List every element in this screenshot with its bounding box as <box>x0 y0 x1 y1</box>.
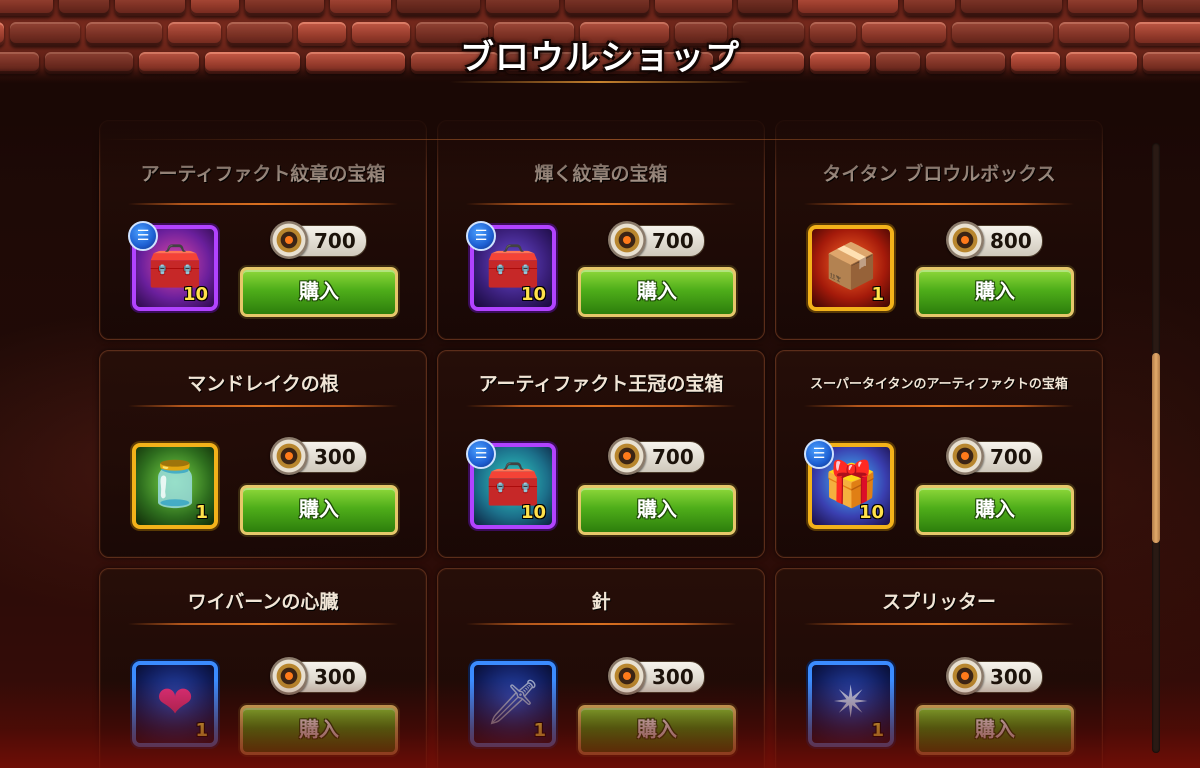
item-name: アーティファクト紋章の宝箱 <box>140 163 386 185</box>
shop-card: アーティファクト紋章の宝箱 🧰 10 ☰ 700 購入 <box>99 120 427 340</box>
item-name: 針 <box>591 591 611 613</box>
brawl-coin-icon <box>270 657 308 695</box>
price-value: 300 <box>990 665 1032 689</box>
shop-card: 輝く紋章の宝箱 🧰 10 ☰ 700 購入 <box>437 120 765 340</box>
card-divider <box>466 623 736 625</box>
splitter-icon[interactable]: ✴ 1 <box>808 661 894 747</box>
buy-button[interactable]: 購入 <box>240 485 398 535</box>
price-value: 300 <box>652 665 694 689</box>
shop-grid: アーティファクト紋章の宝箱 🧰 10 ☰ 700 購入 輝く紋章の宝箱 🧰 10… <box>0 0 1200 768</box>
buy-button[interactable]: 購入 <box>240 705 398 755</box>
price-tag: 300 <box>270 657 367 695</box>
card-divider <box>128 405 398 407</box>
card-divider <box>804 203 1074 205</box>
list-frame-line <box>100 139 1100 140</box>
price-value: 700 <box>652 229 694 253</box>
buy-button[interactable]: 購入 <box>578 267 736 317</box>
card-divider <box>466 405 736 407</box>
item-quantity: 10 <box>520 502 546 523</box>
buy-button[interactable]: 購入 <box>240 267 398 317</box>
brawl-coin-icon <box>270 221 308 259</box>
info-list-icon[interactable]: ☰ <box>804 439 834 469</box>
brawl-coin-icon <box>608 221 646 259</box>
shining-emblem-chest-icon[interactable]: 🧰 10 ☰ <box>466 221 556 311</box>
item-name: マンドレイクの根 <box>187 373 339 395</box>
item-quantity: 10 <box>858 502 884 523</box>
item-name: スプリッター <box>881 591 996 613</box>
brawl-coin-icon <box>946 221 984 259</box>
price-tag: 700 <box>270 221 367 259</box>
price-tag: 800 <box>946 221 1043 259</box>
shop-card: タイタン ブロウルボックス 📦 1 800 購入 <box>775 120 1103 340</box>
card-divider <box>128 623 398 625</box>
artifact-crown-chest-icon[interactable]: 🧰 10 ☰ <box>466 439 556 529</box>
item-name: ワイバーンの心臓 <box>187 591 339 613</box>
price-value: 700 <box>990 445 1032 469</box>
card-divider <box>128 203 398 205</box>
price-value: 300 <box>314 665 356 689</box>
price-tag: 300 <box>946 657 1043 695</box>
card-divider <box>466 203 736 205</box>
card-divider <box>804 623 1074 625</box>
page-title-overlay: ブロウルショップ <box>460 38 740 78</box>
brawl-coin-icon <box>608 437 646 475</box>
shop-card: マンドレイクの根 🫙 1 300 購入 <box>99 350 427 558</box>
buy-button[interactable]: 購入 <box>916 267 1074 317</box>
item-quantity: 1 <box>533 720 546 741</box>
price-value: 700 <box>652 445 694 469</box>
needle-icon[interactable]: 🗡 1 <box>470 661 556 747</box>
price-tag: 700 <box>608 437 705 475</box>
item-quantity: 1 <box>871 284 884 305</box>
shop-card: アーティファクト王冠の宝箱 🧰 10 ☰ 700 購入 <box>437 350 765 558</box>
wyvern-heart-icon[interactable]: ❤ 1 <box>132 661 218 747</box>
shop-card: ワイバーンの心臓 ❤ 1 300 購入 <box>99 568 427 768</box>
buy-button[interactable]: 購入 <box>578 485 736 535</box>
price-value: 300 <box>314 445 356 469</box>
brawl-coin-icon <box>270 437 308 475</box>
price-tag: 700 <box>946 437 1043 475</box>
brawl-coin-icon <box>608 657 646 695</box>
item-quantity: 1 <box>195 720 208 741</box>
brawl-coin-icon <box>946 437 984 475</box>
shop-card: スプリッター ✴ 1 300 購入 <box>775 568 1103 768</box>
brawl-coin-icon <box>946 657 984 695</box>
buy-button[interactable]: 購入 <box>578 705 736 755</box>
price-tag: 300 <box>608 657 705 695</box>
price-tag: 700 <box>608 221 705 259</box>
item-name: アーティファクト王冠の宝箱 <box>478 373 724 395</box>
scrollbar-track[interactable] <box>1152 143 1160 753</box>
price-value: 800 <box>990 229 1032 253</box>
item-name: スーパータイタンのアーティファクトの宝箱 <box>810 377 1068 392</box>
info-list-icon[interactable]: ☰ <box>128 221 158 251</box>
item-quantity: 1 <box>195 502 208 523</box>
artifact-emblem-chest-icon[interactable]: 🧰 10 ☰ <box>128 221 218 311</box>
price-tag: 300 <box>270 437 367 475</box>
item-quantity: 10 <box>520 284 546 305</box>
titan-brawl-box-icon[interactable]: 📦 1 <box>808 225 894 311</box>
item-quantity: 1 <box>871 720 884 741</box>
price-value: 700 <box>314 229 356 253</box>
shop-card: 針 🗡 1 300 購入 <box>437 568 765 768</box>
scrollbar-thumb[interactable] <box>1152 353 1160 543</box>
shop-card: スーパータイタンのアーティファクトの宝箱 🎁 10 ☰ 700 購入 <box>775 350 1103 558</box>
item-quantity: 10 <box>182 284 208 305</box>
super-titan-artifact-chest-icon[interactable]: 🎁 10 ☰ <box>804 439 894 529</box>
item-name: タイタン ブロウルボックス <box>822 163 1056 185</box>
item-name: 輝く紋章の宝箱 <box>534 163 668 185</box>
mandrake-root-icon[interactable]: 🫙 1 <box>132 443 218 529</box>
info-list-icon[interactable]: ☰ <box>466 221 496 251</box>
info-list-icon[interactable]: ☰ <box>466 439 496 469</box>
buy-button[interactable]: 購入 <box>916 705 1074 755</box>
card-divider <box>804 405 1074 407</box>
buy-button[interactable]: 購入 <box>916 485 1074 535</box>
